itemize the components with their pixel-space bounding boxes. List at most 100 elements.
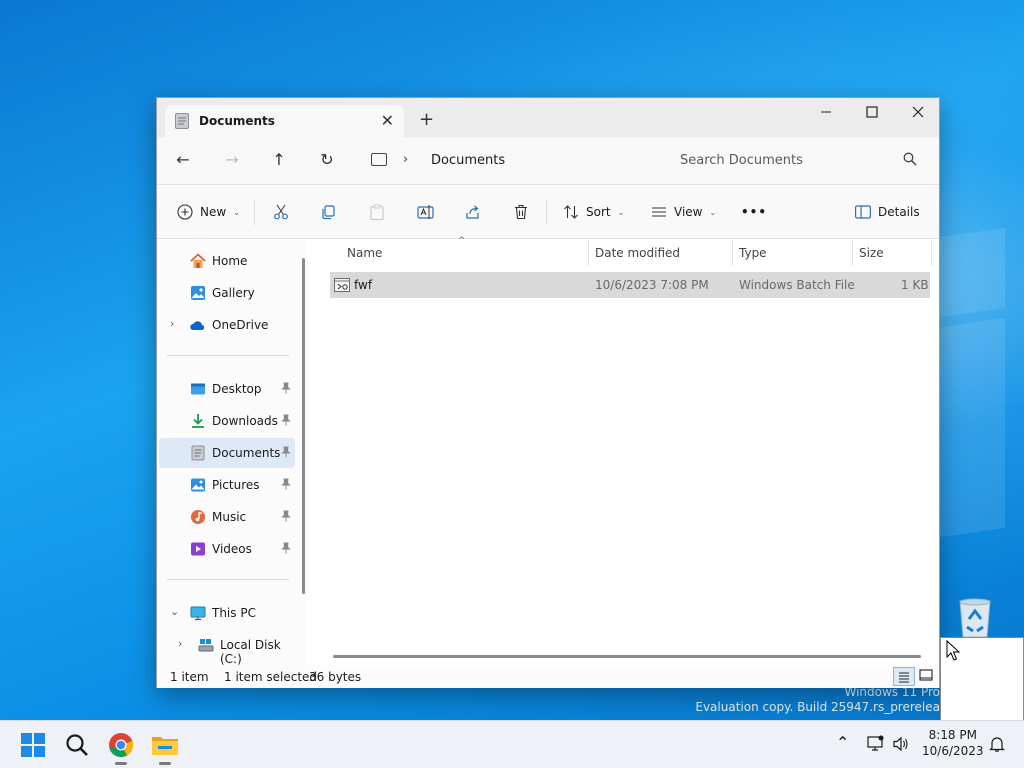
- sort-label: Sort: [586, 205, 611, 219]
- nav-divider: [167, 579, 289, 580]
- close-icon: [912, 106, 924, 118]
- sidebar-item-label: Downloads: [212, 414, 278, 428]
- new-label: New: [200, 205, 227, 219]
- desktop-icon: [191, 383, 205, 395]
- status-selection: 1 item selected: [224, 670, 318, 684]
- column-header-date-modified[interactable]: Date modified: [595, 246, 680, 260]
- chevron-right-icon[interactable]: ›: [403, 152, 408, 167]
- cut-button[interactable]: [273, 200, 289, 224]
- taskbar: ⌃ 8:18 PM 10/6/2023: [0, 720, 1024, 768]
- details-pane-icon: [855, 205, 871, 219]
- sidebar-item-videos[interactable]: Videos: [159, 534, 295, 564]
- plus-circle-icon: [177, 204, 193, 220]
- column-header-size[interactable]: Size: [859, 246, 884, 260]
- file-name: fwf: [354, 278, 373, 292]
- back-button[interactable]: ←: [172, 149, 194, 171]
- paste-button[interactable]: [369, 200, 385, 224]
- chevron-down-icon[interactable]: ⌄: [170, 605, 179, 618]
- chrome-taskbar-button[interactable]: [105, 729, 137, 765]
- start-button[interactable]: [17, 729, 49, 761]
- file-explorer-taskbar-button[interactable]: [149, 729, 181, 765]
- rename-button[interactable]: [417, 200, 435, 224]
- address-bar[interactable]: › Documents: [357, 145, 657, 176]
- details-view-icon: [899, 672, 909, 683]
- column-divider[interactable]: [732, 240, 733, 266]
- sidebar-item-local-disk[interactable]: › Local Disk (C:): [159, 630, 299, 666]
- network-icon[interactable]: [867, 735, 885, 753]
- chevron-down-icon: ⌄: [709, 207, 717, 217]
- sidebar-item-gallery[interactable]: Gallery: [159, 278, 295, 308]
- documents-icon: [175, 113, 189, 129]
- sidebar-item-home[interactable]: Home: [159, 246, 295, 276]
- pin-icon: [281, 510, 291, 522]
- copy-icon: [322, 205, 335, 220]
- maximize-button[interactable]: [849, 98, 895, 128]
- view-icon: [652, 207, 666, 217]
- sidebar-item-downloads[interactable]: Downloads: [159, 406, 295, 436]
- separator: [546, 200, 547, 225]
- status-size: 36 bytes: [309, 670, 362, 684]
- sidebar-item-onedrive[interactable]: › OneDrive: [159, 310, 295, 340]
- recycle-bin-icon[interactable]: [955, 597, 995, 639]
- new-tab-button[interactable]: +: [419, 109, 434, 130]
- large-icons-view-button[interactable]: [916, 667, 938, 686]
- chevron-right-icon[interactable]: ›: [178, 637, 182, 650]
- minimize-icon: [821, 111, 831, 113]
- documents-icon: [191, 445, 205, 461]
- tray-overflow-chevron-icon[interactable]: ⌃: [836, 733, 849, 752]
- sort-icon: [564, 205, 578, 219]
- sidebar-item-documents[interactable]: Documents: [159, 438, 295, 468]
- taskbar-clock[interactable]: 8:18 PM 10/6/2023: [922, 727, 984, 759]
- forward-button[interactable]: →: [221, 149, 243, 171]
- column-divider[interactable]: [931, 240, 932, 266]
- column-header-type[interactable]: Type: [739, 246, 767, 260]
- close-window-button[interactable]: [895, 98, 941, 128]
- sort-button[interactable]: Sort ⌄: [563, 200, 624, 224]
- chevron-right-icon[interactable]: ›: [170, 317, 174, 330]
- navpane-scrollbar[interactable]: [302, 258, 305, 594]
- tab-documents[interactable]: Documents ✕: [165, 105, 404, 137]
- chevron-down-icon: ⌄: [617, 207, 625, 217]
- search-icon: [66, 734, 88, 756]
- sidebar-item-label: OneDrive: [212, 318, 269, 332]
- column-header-name[interactable]: Name: [347, 246, 382, 260]
- copy-button[interactable]: [320, 200, 336, 224]
- details-view-button[interactable]: [893, 667, 915, 686]
- column-divider[interactable]: [852, 240, 853, 266]
- view-label: View: [674, 205, 703, 219]
- bell-icon[interactable]: [988, 735, 1006, 753]
- table-row[interactable]: fwf 10/6/2023 7:08 PM Windows Batch File…: [330, 272, 930, 298]
- taskbar-search-button[interactable]: [61, 729, 93, 761]
- breadcrumb-documents[interactable]: Documents: [431, 153, 505, 168]
- column-divider[interactable]: [588, 240, 589, 266]
- sidebar-item-label: Local Disk (C:): [220, 638, 281, 666]
- new-button[interactable]: New ⌄: [177, 200, 240, 224]
- pin-icon: [281, 382, 291, 394]
- file-explorer-window: Documents ✕ + ← → ↑ ↻ › Documents Search…: [156, 97, 940, 688]
- downloads-icon: [192, 414, 204, 428]
- music-icon: [191, 510, 205, 524]
- search-placeholder: Search Documents: [680, 153, 803, 168]
- details-pane-button[interactable]: Details: [855, 200, 920, 224]
- rename-icon: [417, 205, 434, 219]
- file-type: Windows Batch File: [739, 278, 855, 292]
- sidebar-item-music[interactable]: Music: [159, 502, 295, 532]
- local-disk-icon: [198, 639, 214, 652]
- sidebar-item-pictures[interactable]: Pictures: [159, 470, 295, 500]
- view-button[interactable]: View ⌄: [651, 200, 716, 224]
- volume-icon[interactable]: [892, 735, 910, 753]
- share-button[interactable]: [465, 200, 481, 224]
- share-icon: [466, 205, 479, 219]
- sidebar-item-this-pc[interactable]: ⌄ This PC: [159, 598, 295, 628]
- mouse-cursor-icon: [946, 640, 960, 661]
- more-options-button[interactable]: •••: [741, 200, 767, 224]
- minimize-button[interactable]: [803, 98, 849, 128]
- refresh-button[interactable]: ↻: [316, 149, 338, 171]
- status-item-count: 1 item: [170, 670, 209, 684]
- search-input[interactable]: Search Documents: [667, 145, 929, 176]
- horizontal-scrollbar[interactable]: [333, 655, 921, 658]
- up-button[interactable]: ↑: [268, 149, 290, 171]
- close-tab-icon[interactable]: ✕: [381, 111, 394, 130]
- sidebar-item-desktop[interactable]: Desktop: [159, 374, 295, 404]
- delete-button[interactable]: [513, 200, 529, 224]
